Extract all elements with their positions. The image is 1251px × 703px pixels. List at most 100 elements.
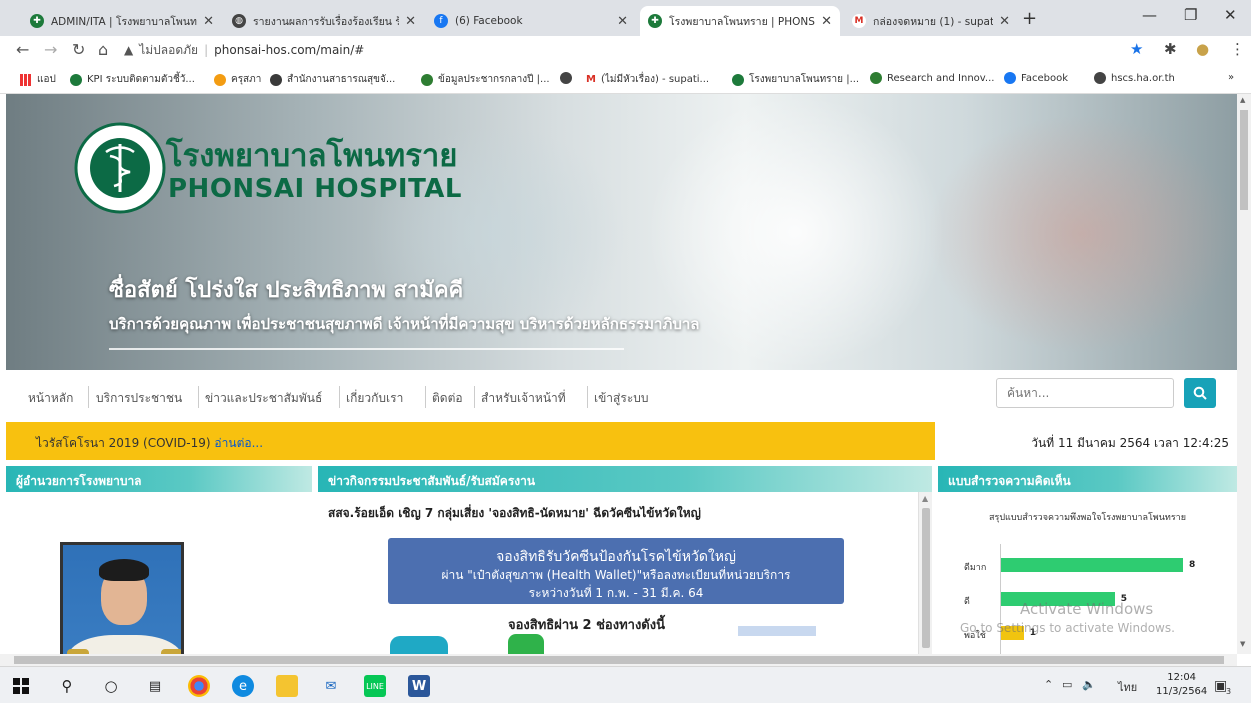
- globe-icon: ◍: [232, 14, 246, 28]
- back-arrow-icon[interactable]: ←: [16, 40, 29, 59]
- search-input[interactable]: [996, 378, 1174, 408]
- scroll-up-icon[interactable]: ▲: [922, 494, 928, 503]
- clock-date: 11/3/2564: [1156, 686, 1208, 697]
- read-more-link[interactable]: อ่านต่อ...: [214, 436, 263, 450]
- page-horizontal-scrollbar[interactable]: [0, 654, 1237, 666]
- globe-icon: [1094, 72, 1106, 84]
- hospital-name-english: PHONSAI HOSPITAL: [168, 174, 462, 204]
- tab-facebook[interactable]: f (6) Facebook ✕: [426, 6, 636, 36]
- nav-news[interactable]: ข่าวและประชาสัมพันธ์: [205, 389, 322, 408]
- tab-title: กล่องจดหมาย (1) - supatida.252: [873, 15, 994, 28]
- tab-complaint-report[interactable]: ◍ รายงานผลการรับเรื่องร้องเรียน ร้องทุ ✕: [224, 6, 424, 36]
- hero-divider: [109, 348, 624, 350]
- extensions-icon[interactable]: ✱: [1164, 40, 1177, 58]
- gmail-icon: M: [586, 74, 596, 85]
- news-panel: ข่าวกิจกรรมประชาสัมพันธ์/รับสมัครงาน สสจ…: [318, 466, 932, 654]
- scroll-up-icon[interactable]: ▲: [1240, 96, 1245, 104]
- new-tab-button[interactable]: +: [1022, 8, 1037, 29]
- bookmark-kpi[interactable]: KPI ระบบติดตามตัวชี้วั...: [70, 72, 195, 87]
- url-text: phonsai-hos.com/main/#: [214, 43, 365, 57]
- windows-taskbar: ⚲ ○ ▤ e ✉ LINE W ⌃ ▭ 🔈 ไทย 12:04 11/3/25…: [0, 666, 1251, 703]
- nav-public-service[interactable]: บริการประชาชน: [96, 389, 182, 408]
- tab-title: ADMIN/ITA | โรงพยาบาลโพนทราย: [51, 15, 197, 28]
- bookmark-kurusapa[interactable]: ครุสภา: [214, 72, 261, 87]
- task-view-icon[interactable]: ▤: [144, 675, 166, 697]
- nav-staff[interactable]: สำหรับเจ้าหน้าที่: [481, 389, 566, 408]
- bookmark-health-office[interactable]: สำนักงานสาธารณสุขจั...: [270, 72, 395, 87]
- edge-icon[interactable]: e: [232, 675, 254, 697]
- more-menu-icon[interactable]: ⋮: [1230, 40, 1245, 58]
- tab-phonsai-hospital[interactable]: ✚ โรงพยาบาลโพนทราย | PHONSAI H ✕: [640, 6, 840, 36]
- search-icon: [1193, 386, 1207, 400]
- nav-home[interactable]: หน้าหลัก: [28, 389, 73, 408]
- language-indicator[interactable]: ไทย: [1118, 678, 1137, 696]
- close-icon[interactable]: ✕: [821, 14, 832, 29]
- mail-icon[interactable]: ✉: [320, 675, 342, 697]
- hospital-name-thai: โรงพยาบาลโพนทราย: [166, 138, 458, 174]
- nav-about[interactable]: เกี่ยวกับเรา: [346, 389, 403, 408]
- scroll-down-icon[interactable]: ▼: [1240, 640, 1245, 648]
- bookmark-hscs[interactable]: hscs.ha.or.th: [1094, 72, 1175, 84]
- bookmark-globe[interactable]: [560, 72, 577, 84]
- minimize-icon[interactable]: —: [1142, 6, 1157, 24]
- facebook-icon: [1004, 72, 1016, 84]
- bookmark-population[interactable]: ข้อมูลประชากรกลางปี |...: [421, 72, 550, 87]
- hero-slogan: ซื่อสัตย์ โปร่งใส ประสิทธิภาพ สามัคคี: [109, 278, 464, 303]
- bookmark-star-icon[interactable]: ★: [1130, 40, 1143, 58]
- warning-icon: ▲: [124, 43, 134, 57]
- tab-title: (6) Facebook: [455, 15, 523, 27]
- news-image-card[interactable]: จองสิทธิรับวัคซีนป้องกันโรคไข้หวัดใหญ่ ผ…: [388, 538, 844, 604]
- seal-icon: [270, 73, 282, 86]
- windows-start-icon[interactable]: [10, 675, 32, 697]
- tab-admin-ita[interactable]: ✚ ADMIN/ITA | โรงพยาบาลโพนทราย ✕: [22, 6, 222, 36]
- browser-tabbar: ✚ ADMIN/ITA | โรงพยาบาลโพนทราย ✕ ◍ รายงา…: [0, 0, 1251, 36]
- close-icon[interactable]: ✕: [405, 14, 416, 29]
- nav-login[interactable]: เข้าสู่ระบบ: [594, 389, 649, 408]
- tray-up-arrow-icon[interactable]: ⌃: [1044, 678, 1053, 691]
- url-input[interactable]: ▲ ไม่ปลอดภัย | phonsai-hos.com/main/#: [124, 38, 1124, 62]
- close-icon[interactable]: ✕: [999, 14, 1010, 29]
- bookmark-apps[interactable]: แอป: [20, 72, 56, 87]
- bookmarks-overflow-button[interactable]: »: [1228, 72, 1234, 83]
- close-icon[interactable]: ✕: [203, 14, 214, 29]
- news-scrollbar[interactable]: ▲: [918, 492, 932, 654]
- system-clock[interactable]: 12:04 11/3/2564: [1156, 671, 1207, 699]
- volume-icon[interactable]: 🔈: [1082, 678, 1096, 691]
- profile-avatar-icon[interactable]: ●: [1196, 40, 1209, 58]
- chart-title: สรุปแบบสำรวจความพึงพอใจโรงพยาบาลโพนทราย: [989, 513, 1186, 523]
- bookmark-facebook[interactable]: Facebook: [1004, 72, 1068, 84]
- activate-windows-title: Activate Windows: [1020, 600, 1154, 618]
- search-icon[interactable]: ⚲: [56, 675, 78, 697]
- network-icon[interactable]: ▭: [1062, 678, 1072, 691]
- tab-gmail[interactable]: M กล่องจดหมาย (1) - supatida.252 ✕: [844, 6, 1018, 36]
- bookmark-research[interactable]: Research and Innov...: [870, 72, 994, 84]
- chart-category-label: ดีมาก: [964, 563, 987, 573]
- nav-contact[interactable]: ติดต่อ: [432, 389, 463, 408]
- current-datetime: วันที่ 11 มีนาคม 2564 เวลา 12:4:25: [1031, 436, 1229, 450]
- cortana-icon[interactable]: ○: [100, 675, 122, 697]
- search-button[interactable]: [1184, 378, 1216, 408]
- close-icon[interactable]: ✕: [617, 14, 628, 29]
- hospital-icon: ✚: [30, 14, 44, 28]
- chart-category-label: ดี: [964, 597, 970, 607]
- news-headline[interactable]: สสจ.ร้อยเอ็ด เชิญ 7 กลุ่มเสี่ยง 'จองสิทธ…: [328, 504, 701, 523]
- hospital-icon: [70, 73, 82, 86]
- forward-arrow-icon[interactable]: →: [44, 40, 57, 59]
- bookmark-phonsai[interactable]: โรงพยาบาลโพนทราย |...: [732, 72, 859, 87]
- director-panel: ผู้อำนวยการโรงพยาบาล: [6, 466, 312, 654]
- chrome-icon[interactable]: [188, 675, 210, 697]
- director-panel-title: ผู้อำนวยการโรงพยาบาล: [16, 474, 142, 488]
- ministry-logo: [74, 122, 166, 214]
- file-explorer-icon[interactable]: [276, 675, 298, 697]
- page-vertical-scrollbar[interactable]: ▲ ▼: [1237, 94, 1251, 654]
- alert-text: ไวรัสโคโรนา 2019 (COVID-19): [36, 436, 211, 450]
- green-seal-icon: [421, 73, 433, 86]
- word-icon[interactable]: W: [408, 675, 430, 697]
- reload-icon[interactable]: ↻: [72, 40, 85, 59]
- line-icon[interactable]: LINE: [364, 675, 386, 697]
- window-close-icon[interactable]: ✕: [1224, 6, 1237, 24]
- restore-icon[interactable]: ❐: [1184, 6, 1197, 24]
- home-icon[interactable]: ⌂: [98, 40, 108, 59]
- bookmark-gmail[interactable]: M (ไม่มีหัวเรื่อง) - supati...: [586, 72, 709, 87]
- director-photo: [60, 542, 184, 654]
